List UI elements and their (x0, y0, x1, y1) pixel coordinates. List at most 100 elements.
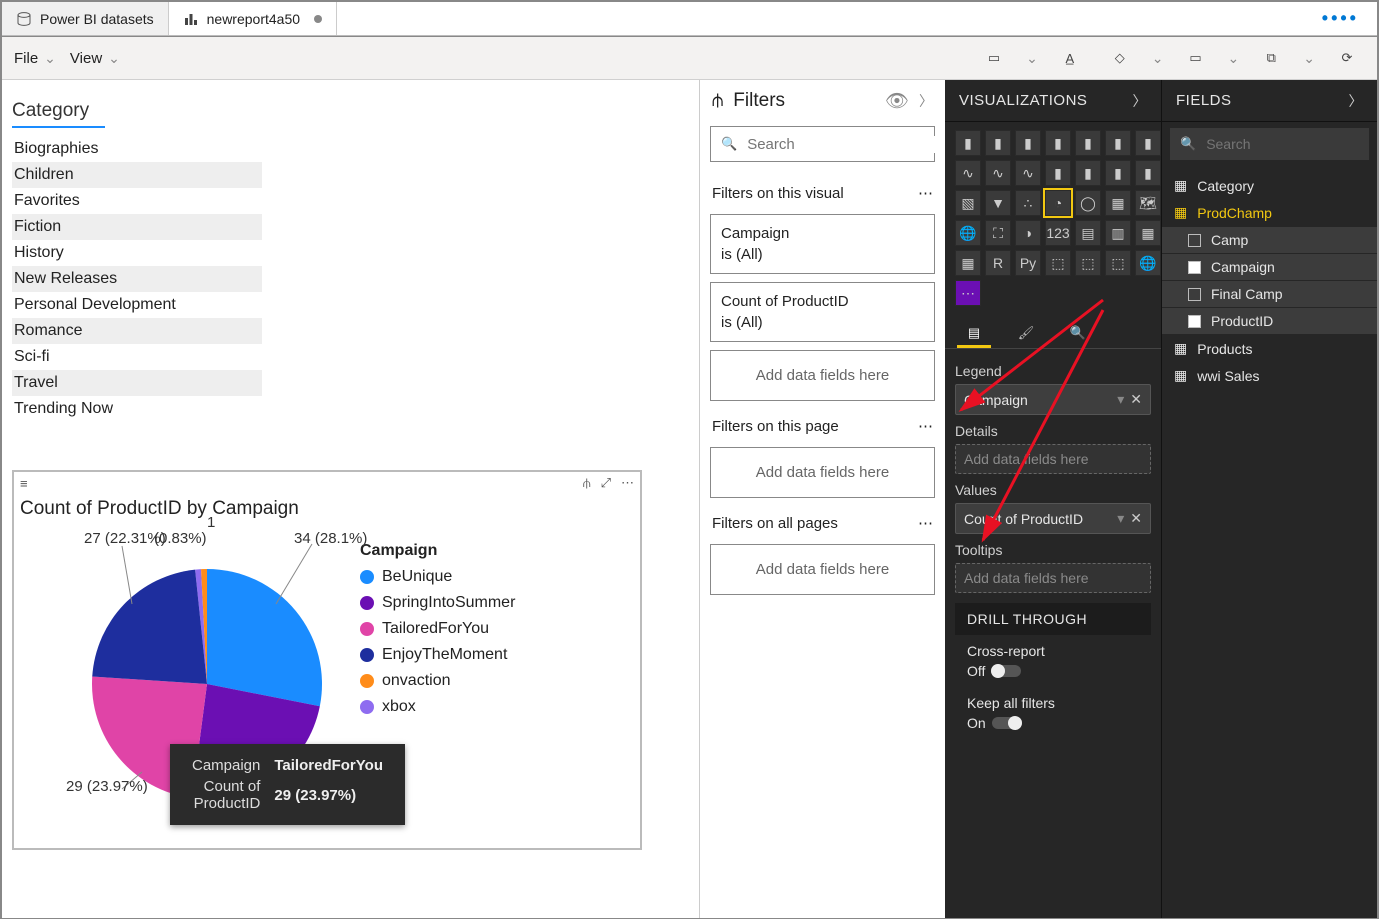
well-details[interactable]: Add data fields here (955, 444, 1151, 474)
slicer-item[interactable]: Romance (12, 318, 262, 344)
well-tooltips[interactable]: Add data fields here (955, 563, 1151, 593)
viz-type-icon[interactable]: ∿ (1015, 160, 1041, 186)
viz-type-icon[interactable]: ▧ (955, 190, 981, 216)
slicer-item[interactable]: New Releases (12, 266, 262, 292)
viz-type-icon[interactable]: ⬚ (1075, 250, 1101, 276)
viz-type-icon[interactable]: ⬚ (1045, 250, 1071, 276)
drag-handle-icon[interactable]: ≡ (20, 476, 28, 491)
well-legend[interactable]: Campaign▾✕ (955, 384, 1151, 415)
viz-type-icon[interactable]: ▮ (1045, 130, 1071, 156)
viz-type-icon[interactable]: ▦ (955, 250, 981, 276)
slicer-item[interactable]: Children (12, 162, 262, 188)
field-row[interactable]: Final Camp (1162, 281, 1377, 307)
viz-type-icon[interactable]: 🌐 (1135, 250, 1161, 276)
viz-type-icon[interactable]: ▮ (1015, 130, 1041, 156)
toolbar-shapes-icon[interactable]: ◇ (1102, 44, 1138, 72)
field-checkbox[interactable] (1188, 315, 1201, 328)
viz-type-icon[interactable]: ▮ (1045, 160, 1071, 186)
filters-search[interactable]: 🔍 (710, 126, 935, 162)
table-row[interactable]: ▦ProdChamp (1162, 199, 1377, 226)
more-icon[interactable]: ⋯ (918, 184, 933, 202)
fields-search[interactable]: 🔍 (1170, 128, 1369, 160)
viz-type-icon[interactable]: 🗺 (1135, 190, 1161, 216)
report-canvas[interactable]: Category Biographies Children Favorites … (2, 80, 699, 918)
viz-type-pie-icon[interactable]: ◔ (1045, 190, 1071, 216)
well-values[interactable]: Count of ProductID▾✕ (955, 503, 1151, 534)
pie-slice[interactable] (92, 570, 207, 684)
table-row[interactable]: ▦Products (1162, 335, 1377, 362)
more-icon[interactable]: ⋯ (918, 417, 933, 435)
viz-type-icon[interactable]: Py (1015, 250, 1041, 276)
viz-type-icon[interactable]: ▮ (985, 130, 1011, 156)
slicer-item[interactable]: Travel (12, 370, 262, 396)
slicer-item[interactable]: Favorites (12, 188, 262, 214)
filter-icon[interactable]: ⫛ (583, 475, 591, 491)
legend-item[interactable]: xbox (360, 698, 515, 716)
viz-type-icon[interactable]: ▼ (985, 190, 1011, 216)
viz-type-icon[interactable]: ▮ (1105, 160, 1131, 186)
eye-icon[interactable]: 👁 (885, 89, 909, 113)
viz-type-icon[interactable]: ⋯ (955, 280, 981, 306)
legend-item[interactable]: TailoredForYou (360, 620, 515, 638)
viz-type-icon[interactable]: R (985, 250, 1011, 276)
legend-item[interactable]: EnjoyTheMoment (360, 646, 515, 664)
field-row[interactable]: Camp (1162, 227, 1377, 253)
slicer-item[interactable]: Trending Now (12, 396, 262, 422)
keep-filters-toggle[interactable]: On (967, 715, 1022, 731)
filter-card[interactable]: Count of ProductID is (All) (710, 282, 935, 342)
table-row[interactable]: ▦wwi Sales (1162, 362, 1377, 389)
tab-report[interactable]: newreport4a50 (169, 2, 337, 35)
table-row[interactable]: ▦Category (1162, 172, 1377, 199)
slicer-item[interactable]: Personal Development (12, 292, 262, 318)
filter-card[interactable]: Campaign is (All) (710, 214, 935, 274)
viz-type-icon[interactable]: ▮ (1135, 130, 1161, 156)
field-row[interactable]: ProductID (1162, 308, 1377, 334)
field-checkbox[interactable] (1188, 261, 1201, 274)
toolbar-textbox-icon[interactable]: A̲ (1052, 44, 1088, 72)
collapse-icon[interactable]: 〉 (1133, 91, 1148, 111)
more-options-icon[interactable]: ⋯ (621, 475, 634, 491)
field-row[interactable]: Campaign (1162, 254, 1377, 280)
viz-type-icon[interactable]: ◯ (1075, 190, 1101, 216)
tab-overflow[interactable]: •••• (337, 2, 1377, 35)
toolbar-buttons-icon[interactable]: ▭ (1178, 44, 1214, 72)
viz-type-icon[interactable]: ▮ (1075, 160, 1101, 186)
toolbar-refresh-icon[interactable]: ⟳ (1329, 44, 1365, 72)
legend-item[interactable]: SpringIntoSummer (360, 594, 515, 612)
analytics-tab[interactable]: 🔍 (1061, 320, 1095, 348)
viz-type-icon[interactable]: ∴ (1015, 190, 1041, 216)
filter-drop-target[interactable]: Add data fields here (710, 447, 935, 498)
menu-view[interactable]: View⌄ (70, 50, 120, 67)
slicer-item[interactable]: Sci-fi (12, 344, 262, 370)
legend-item[interactable]: onvaction (360, 672, 515, 690)
viz-type-icon[interactable]: ▦ (1135, 220, 1161, 246)
viz-type-icon[interactable]: ⬚ (1105, 250, 1131, 276)
filter-drop-target[interactable]: Add data fields here (710, 544, 935, 595)
toolbar-qna-icon[interactable]: ▭ (976, 44, 1012, 72)
slicer-item[interactable]: Fiction (12, 214, 262, 240)
field-checkbox[interactable] (1188, 288, 1201, 301)
viz-type-icon[interactable]: ▥ (1105, 220, 1131, 246)
toolbar-visual-icon[interactable]: ⧉ (1253, 44, 1289, 72)
pie-visual[interactable]: ≡ ⫛ ⤢ ⋯ Count of ProductID by Campaign 3… (12, 470, 642, 850)
menu-file[interactable]: File⌄ (14, 50, 56, 67)
viz-type-icon[interactable]: 🌐 (955, 220, 981, 246)
more-icon[interactable]: ⋯ (918, 514, 933, 532)
viz-type-icon[interactable]: ▮ (1135, 160, 1161, 186)
remove-icon[interactable]: ✕ (1130, 391, 1142, 408)
filter-drop-target[interactable]: Add data fields here (710, 350, 935, 401)
viz-type-icon[interactable]: ⛶ (985, 220, 1011, 246)
legend-item[interactable]: BeUnique (360, 568, 515, 586)
tab-datasets[interactable]: Power BI datasets (2, 2, 169, 35)
format-tab[interactable]: 🖌 (1009, 320, 1043, 348)
viz-type-icon[interactable]: ◑ (1015, 220, 1041, 246)
pie-chart[interactable]: 34 (28.1%) 29 (23.97%) 29 (23.97%) 27 (2… (22, 524, 352, 844)
collapse-icon[interactable]: 〉 (919, 91, 933, 111)
viz-type-icon[interactable]: ▮ (1105, 130, 1131, 156)
focus-icon[interactable]: ⤢ (601, 475, 611, 491)
fields-tab[interactable]: ▤ (957, 320, 991, 348)
cross-report-toggle[interactable]: Off (967, 663, 1021, 679)
viz-type-icon[interactable]: 123 (1045, 220, 1071, 246)
slicer-item[interactable]: History (12, 240, 262, 266)
fields-search-input[interactable] (1206, 136, 1379, 152)
